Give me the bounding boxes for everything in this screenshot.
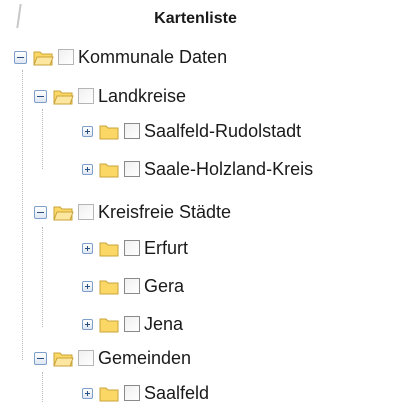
- tree-node-group[interactable]: Landkreise: [34, 81, 186, 111]
- layer-checkbox[interactable]: [124, 316, 140, 332]
- layer-checkbox[interactable]: [78, 88, 94, 104]
- tree-guide-line: [42, 109, 43, 169]
- folder-icon: [99, 123, 120, 140]
- panel-corner-decoration: [4, 4, 22, 28]
- layer-checkbox[interactable]: [124, 240, 140, 256]
- tree-node-label: Kommunale Daten: [78, 47, 228, 67]
- folder-icon: [99, 240, 120, 257]
- expand-toggle-icon[interactable]: [82, 280, 93, 292]
- layer-checkbox[interactable]: [124, 123, 140, 139]
- layer-checkbox[interactable]: [124, 161, 140, 177]
- expand-toggle-icon[interactable]: [82, 318, 93, 330]
- collapse-toggle-icon[interactable]: [34, 205, 47, 219]
- layer-checkbox[interactable]: [78, 204, 94, 220]
- tree-node-label: Saalfeld: [144, 383, 210, 403]
- tree-node-root[interactable]: Kommunale Daten: [14, 42, 227, 72]
- tree-guide-line: [42, 227, 43, 327]
- tree-node-label: Kreisfreie Städte: [98, 202, 232, 222]
- tree-node-leaf[interactable]: Saale-Holzland-Kreis: [82, 154, 313, 184]
- folder-open-icon: [53, 350, 74, 367]
- tree-node-label: Landkreise: [98, 86, 187, 106]
- tree-node-label: Gemeinden: [98, 348, 192, 368]
- folder-icon: [99, 316, 120, 333]
- tree-node-leaf[interactable]: Erfurt: [82, 233, 188, 263]
- tree-guide-line: [22, 70, 23, 360]
- layer-checkbox[interactable]: [58, 49, 74, 65]
- folder-icon: [99, 278, 120, 295]
- tree-node-leaf[interactable]: Gera: [82, 271, 184, 301]
- collapse-toggle-icon[interactable]: [34, 89, 47, 103]
- collapse-toggle-icon[interactable]: [34, 351, 47, 365]
- folder-icon: [99, 385, 120, 402]
- folder-open-icon: [53, 88, 74, 105]
- expand-toggle-icon[interactable]: [82, 125, 93, 137]
- tree-node-label: Erfurt: [144, 238, 189, 258]
- panel-title: Kartenliste: [154, 10, 237, 27]
- tree-node-leaf[interactable]: Saalfeld-Rudolstadt: [82, 116, 301, 146]
- tree-guide-line: [42, 372, 43, 402]
- tree-node-label: Jena: [144, 314, 184, 334]
- tree-node-label: Gera: [144, 276, 185, 296]
- layer-checkbox[interactable]: [124, 385, 140, 401]
- tree-node-label: Saale-Holzland-Kreis: [144, 159, 314, 179]
- layer-checkbox[interactable]: [124, 278, 140, 294]
- tree-node-group[interactable]: Kreisfreie Städte: [34, 197, 231, 227]
- expand-toggle-icon[interactable]: [82, 387, 93, 399]
- tree-node-label: Saalfeld-Rudolstadt: [144, 121, 302, 141]
- folder-open-icon: [53, 204, 74, 221]
- tree-node-group[interactable]: Gemeinden: [34, 343, 191, 373]
- collapse-toggle-icon[interactable]: [14, 50, 27, 64]
- expand-toggle-icon[interactable]: [82, 163, 93, 175]
- layer-checkbox[interactable]: [78, 350, 94, 366]
- tree-node-leaf[interactable]: Jena: [82, 309, 183, 339]
- tree-node-leaf[interactable]: Saalfeld: [82, 378, 209, 408]
- folder-open-icon: [33, 49, 54, 66]
- folder-icon: [99, 161, 120, 178]
- expand-toggle-icon[interactable]: [82, 242, 93, 254]
